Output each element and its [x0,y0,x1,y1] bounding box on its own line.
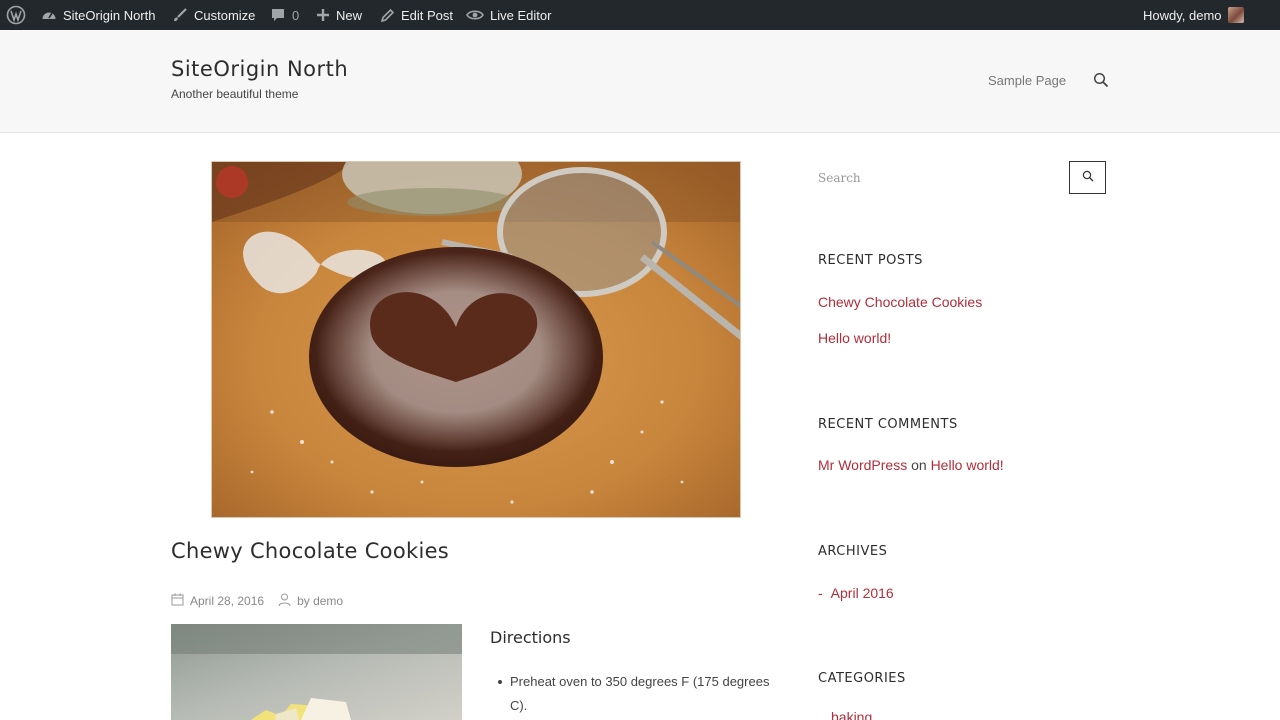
nav-sample-page[interactable]: Sample Page [988,73,1066,88]
directions-heading: Directions [490,628,571,647]
site-header: SiteOrigin North Another beautiful theme… [0,30,1280,133]
category-link[interactable]: baking [831,709,872,720]
comment-bubble-icon [270,7,286,23]
eye-icon [466,8,484,22]
post-title[interactable]: Chewy Chocolate Cookies [171,539,449,563]
pencil-icon [380,8,395,23]
admin-edit-post-label: Edit Post [401,7,454,23]
list-item: Preheat oven to 350 degrees F (175 degre… [496,670,786,718]
site-description: Another beautiful theme [171,87,299,101]
dashboard-icon [41,7,57,23]
post-date[interactable]: April 28, 2016 [171,593,264,609]
search-icon [1082,169,1094,187]
admin-live-editor-label: Live Editor [490,7,552,23]
sidebar-search: Search [818,161,1106,194]
comment-on-label: on [911,457,927,473]
header-search-icon[interactable] [1093,72,1109,93]
admin-account[interactable]: Howdy, demo [1143,0,1244,30]
admin-new-label: New [336,7,363,23]
post-date-label: April 28, 2016 [190,594,265,608]
comment-post-link[interactable]: Hello world! [931,457,1004,473]
archive-link[interactable]: April 2016 [831,585,894,601]
admin-bar: SiteOrigin North Customize 0 New Edit Po… [0,0,1280,30]
archive-dash: - [818,585,823,601]
post-author-label: by demo [297,594,344,608]
admin-customize-label: Customize [194,7,256,23]
recent-post-link[interactable]: Hello world! [818,330,891,346]
recent-comment: Mr WordPress on Hello world! [818,457,1004,473]
categories-title: CATEGORIES [818,671,906,686]
admin-comments[interactable]: 0 [270,0,299,30]
search-button[interactable] [1069,161,1106,194]
search-input[interactable]: Search [818,171,861,185]
site-title[interactable]: SiteOrigin North [171,57,348,81]
post-author[interactable]: by demo [278,593,343,610]
directions-list: Preheat oven to 350 degrees F (175 degre… [496,670,786,718]
admin-customize[interactable]: Customize [172,0,255,30]
featured-image[interactable] [211,161,741,518]
content-image [171,624,462,720]
recent-post-link[interactable]: Chewy Chocolate Cookies [818,294,982,310]
calendar-icon [171,593,184,609]
recent-posts-title: RECENT POSTS [818,253,923,268]
admin-new[interactable]: New [316,0,362,30]
brush-icon [172,7,188,23]
post-meta: April 28, 2016 by demo [171,592,357,610]
howdy-label: Howdy, demo [1143,7,1222,23]
comment-author-link[interactable]: Mr WordPress [818,457,907,473]
admin-edit-post[interactable]: Edit Post [380,0,453,30]
plus-icon [316,8,330,22]
admin-site-name-label: SiteOrigin North [63,7,156,23]
recent-comments-title: RECENT COMMENTS [818,417,958,432]
comments-count: 0 [292,7,300,23]
archive-item: - April 2016 [818,585,894,601]
user-icon [278,593,291,610]
admin-live-editor[interactable]: Live Editor [466,0,551,30]
avatar [1227,7,1244,23]
archives-title: ARCHIVES [818,544,888,559]
admin-site-name[interactable]: SiteOrigin North [41,0,155,30]
wordpress-logo-icon[interactable] [6,0,26,30]
